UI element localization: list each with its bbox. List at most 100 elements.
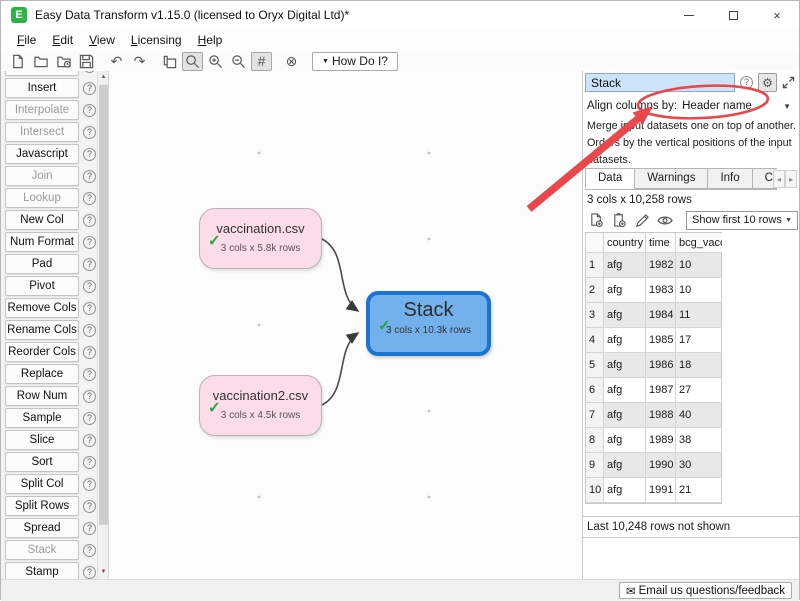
help-icon[interactable]: ? <box>83 390 96 403</box>
open-recent-icon[interactable] <box>53 52 74 71</box>
minimize-icon <box>684 15 694 16</box>
transform-button-partial[interactable] <box>5 71 79 76</box>
transform-button[interactable]: Remove Cols <box>5 298 79 318</box>
row-number: 1 <box>586 253 604 278</box>
reset-zoom-icon[interactable]: ⊗ <box>281 52 302 71</box>
export-file-icon[interactable] <box>586 211 606 230</box>
preview-eye-icon[interactable] <box>655 211 675 230</box>
edit-pencil-icon[interactable] <box>632 211 652 230</box>
menu-item[interactable]: Licensing <box>123 31 190 49</box>
tab[interactable]: Warnings <box>635 168 708 189</box>
table-row: 3 afg 1984 11 <box>586 303 721 328</box>
help-icon[interactable]: ? <box>83 236 96 249</box>
maximize-button[interactable] <box>711 1 755 29</box>
dropdown-icon[interactable]: ▼ <box>783 102 791 111</box>
expand-panel-icon[interactable] <box>779 73 798 92</box>
help-icon[interactable]: ? <box>83 566 96 579</box>
transform-button[interactable]: Reorder Cols <box>5 342 79 362</box>
transform-button[interactable]: Split Rows <box>5 496 79 516</box>
show-rows-select[interactable]: Show first 10 rows ▼ <box>686 211 798 230</box>
help-icon[interactable]: ? <box>83 346 96 359</box>
transform-button[interactable]: Spread <box>5 518 79 538</box>
transform-button[interactable]: Pad <box>5 254 79 274</box>
help-icon[interactable]: ? <box>83 214 96 227</box>
redo-icon[interactable]: ↷ <box>129 52 150 71</box>
settings-gear-icon[interactable]: ⚙ <box>758 73 777 92</box>
open-folder-icon[interactable] <box>30 52 51 71</box>
menu-item[interactable]: File <box>9 31 44 49</box>
scrollbar-thumb[interactable] <box>99 85 108 525</box>
node-vaccination-csv[interactable]: ✓ vaccination.csv 3 cols x 5.8k rows <box>199 208 322 269</box>
cell-time: 1985 <box>646 328 676 353</box>
tab-scroll-right-icon[interactable]: ▸ <box>785 170 797 188</box>
help-icon[interactable]: ? <box>83 522 96 535</box>
undo-icon[interactable]: ↶ <box>106 52 127 71</box>
close-button[interactable]: × <box>755 1 799 29</box>
sidebar-row: Slice ? <box>1 429 97 451</box>
cell-bcg-vacc: 38 <box>676 428 722 453</box>
sidebar-scrollbar[interactable]: ▲ ▼ <box>97 71 108 579</box>
help-icon[interactable]: ? <box>83 82 96 95</box>
node-vaccination2-csv[interactable]: ✓ vaccination2.csv 3 cols x 4.5k rows <box>199 375 322 436</box>
new-file-icon[interactable] <box>7 52 28 71</box>
toggle-grid-icon[interactable]: # <box>251 52 272 71</box>
minimize-button[interactable] <box>667 1 711 29</box>
menu-item[interactable]: Edit <box>44 31 81 49</box>
help-icon[interactable]: ? <box>737 73 756 92</box>
zoom-out-icon[interactable] <box>228 52 249 71</box>
help-icon[interactable]: ? <box>83 500 96 513</box>
node-name-field[interactable]: Stack <box>585 73 735 92</box>
help-icon[interactable]: ? <box>83 412 96 425</box>
menu-item[interactable]: View <box>81 31 123 49</box>
help-icon[interactable]: ? <box>83 544 96 557</box>
tab[interactable]: Info <box>708 168 752 189</box>
search-icon[interactable] <box>182 52 203 71</box>
transform-button[interactable]: Interpolate <box>5 100 79 120</box>
help-icon[interactable]: ? <box>83 71 96 73</box>
transform-button[interactable]: Stack <box>5 540 79 560</box>
tab-scroll-left-icon[interactable]: ◂ <box>773 170 785 188</box>
help-icon[interactable]: ? <box>83 104 96 117</box>
node-canvas[interactable]: ✓ vaccination.csv 3 cols x 5.8k rows ✓ S… <box>108 71 582 579</box>
transform-button[interactable]: Row Num <box>5 386 79 406</box>
transform-button[interactable]: Join <box>5 166 79 186</box>
duplicate-icon[interactable] <box>159 52 180 71</box>
align-columns-select[interactable]: Header name <box>682 100 752 112</box>
transform-button[interactable]: Javascript <box>5 144 79 164</box>
help-icon[interactable]: ? <box>83 456 96 469</box>
how-do-i-button[interactable]: ▼ How Do I? <box>312 52 398 71</box>
col-header-country: country <box>604 233 646 253</box>
help-icon[interactable]: ? <box>83 302 96 315</box>
help-icon[interactable]: ? <box>83 368 96 381</box>
zoom-in-icon[interactable] <box>205 52 226 71</box>
transform-button[interactable]: Replace <box>5 364 79 384</box>
transform-button[interactable]: Lookup <box>5 188 79 208</box>
help-icon[interactable]: ? <box>83 324 96 337</box>
copy-clipboard-icon[interactable] <box>609 211 629 230</box>
transform-button[interactable]: Intersect <box>5 122 79 142</box>
transform-button[interactable]: Sample <box>5 408 79 428</box>
menu-item[interactable]: Help <box>190 31 231 49</box>
help-icon[interactable]: ? <box>83 434 96 447</box>
transform-button[interactable]: Rename Cols <box>5 320 79 340</box>
help-icon[interactable]: ? <box>83 280 96 293</box>
save-icon[interactable] <box>76 52 97 71</box>
transform-button[interactable]: Num Format <box>5 232 79 252</box>
transform-button[interactable]: Stamp <box>5 562 79 579</box>
email-feedback-button[interactable]: ✉ Email us questions/feedback <box>619 582 792 599</box>
transform-button[interactable]: New Col <box>5 210 79 230</box>
sidebar-row: Insert ? <box>1 77 97 99</box>
transform-button[interactable]: Split Col <box>5 474 79 494</box>
node-stack-selected[interactable]: ✓ Stack 3 cols x 10.3k rows <box>366 291 491 356</box>
help-icon[interactable]: ? <box>83 478 96 491</box>
help-icon[interactable]: ? <box>83 126 96 139</box>
transform-button[interactable]: Slice <box>5 430 79 450</box>
help-icon[interactable]: ? <box>83 148 96 161</box>
help-icon[interactable]: ? <box>83 170 96 183</box>
help-icon[interactable]: ? <box>83 258 96 271</box>
transform-button[interactable]: Sort <box>5 452 79 472</box>
help-icon[interactable]: ? <box>83 192 96 205</box>
tab[interactable]: Data <box>585 168 635 189</box>
transform-button[interactable]: Pivot <box>5 276 79 296</box>
transform-button[interactable]: Insert <box>5 78 79 98</box>
